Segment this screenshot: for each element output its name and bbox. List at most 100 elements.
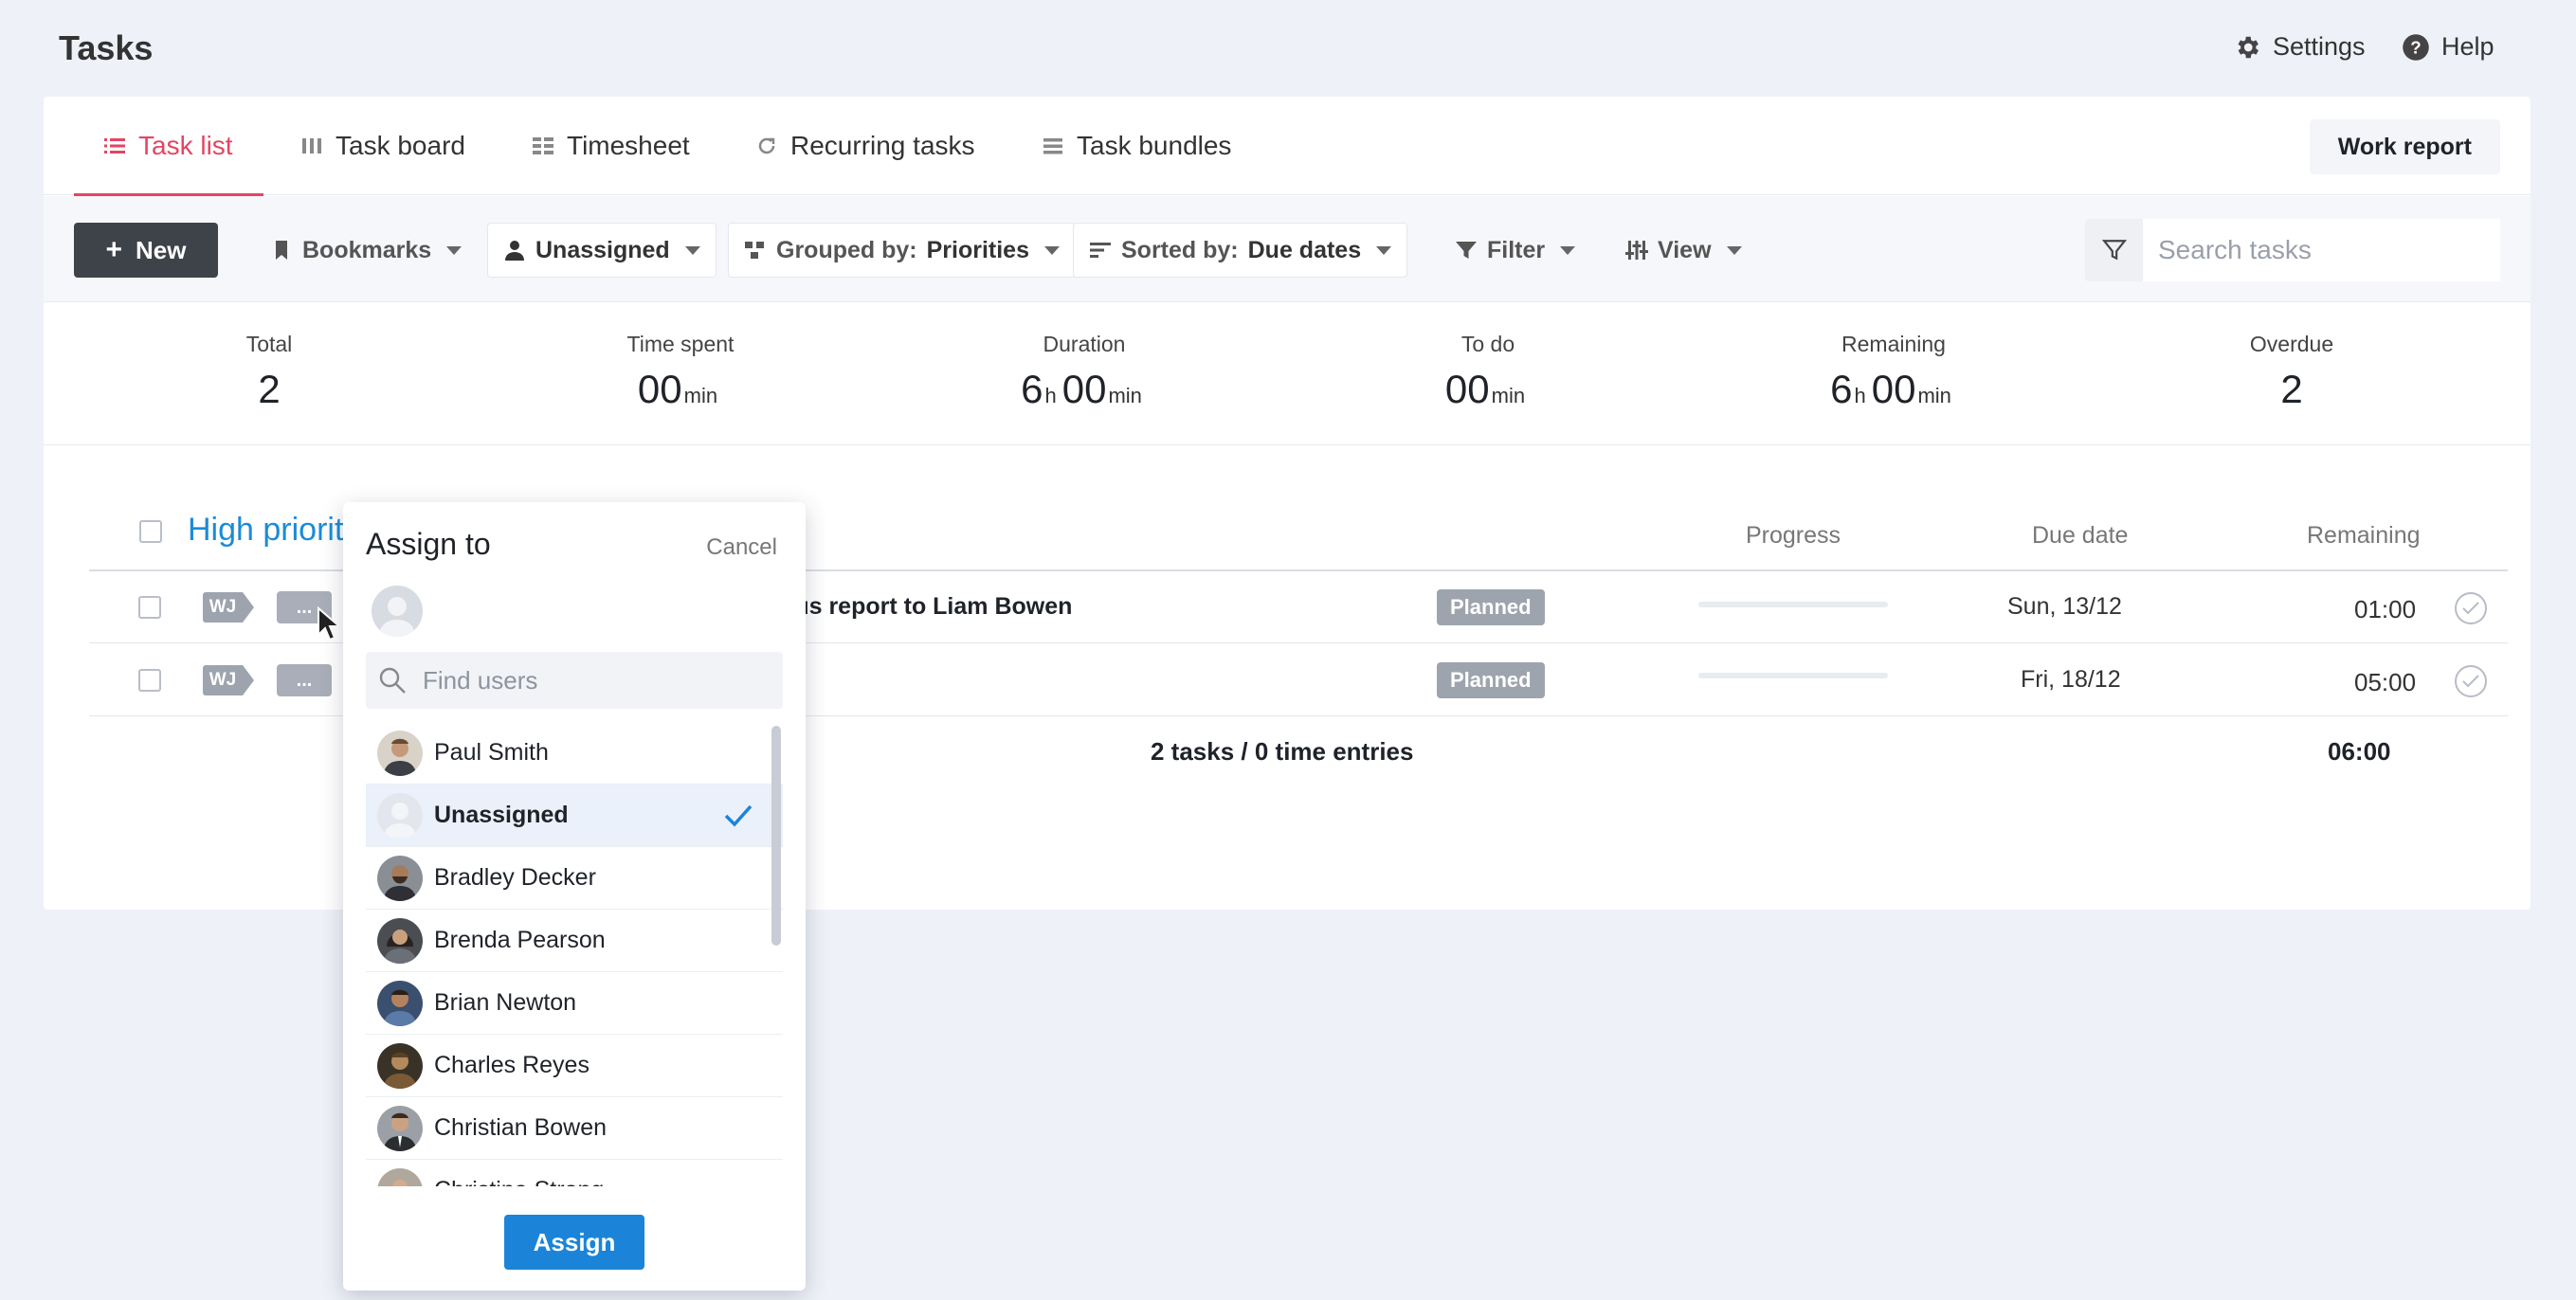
chevron-down-icon	[1726, 245, 1742, 255]
help-icon: ?	[2403, 33, 2429, 61]
user-name: Christina Strong	[434, 1177, 604, 1186]
mouse-cursor-icon	[317, 606, 339, 641]
search-icon	[379, 667, 406, 694]
row-checkbox[interactable]	[138, 596, 161, 619]
bradley-decker-avatar	[377, 855, 423, 901]
status-badge[interactable]: Planned	[1437, 662, 1545, 698]
stat-unit: min	[1108, 384, 1142, 407]
find-users-input[interactable]	[423, 665, 764, 695]
user-option-christian-bowen[interactable]: Christian Bowen	[366, 1097, 783, 1160]
find-users-box	[366, 652, 783, 709]
svg-text:?: ?	[2410, 37, 2421, 57]
tab-task-list[interactable]: Task list	[74, 97, 263, 196]
tab-label: Task list	[138, 131, 233, 160]
assignee-more-button[interactable]: ...	[277, 664, 332, 696]
tab-label: Recurring tasks	[790, 131, 975, 160]
row-checkbox[interactable]	[138, 669, 161, 692]
recurring-icon	[758, 137, 775, 154]
assign-button[interactable]: Assign	[504, 1215, 644, 1270]
stat-label: Total	[245, 332, 293, 356]
stat-unit: min	[683, 384, 718, 407]
user-option-unassigned[interactable]: Unassigned	[366, 785, 783, 847]
assign-popup: Assign to Cancel Paul Smith Unassigned B…	[343, 502, 806, 1291]
stat-remaining: Remaining 6h 00min	[1751, 332, 2036, 412]
stat-value: 2	[258, 367, 281, 411]
project-tag[interactable]: WJ	[203, 592, 254, 623]
stat-value: 00	[637, 367, 682, 411]
sliders-icon	[1625, 241, 1648, 260]
work-report-button[interactable]: Work report	[2309, 119, 2500, 174]
stat-to-do: To do 00min	[1346, 332, 1630, 412]
search-box	[2085, 219, 2500, 281]
settings-link[interactable]: Settings	[2233, 32, 2366, 62]
stat-unit: h	[1854, 384, 1866, 407]
cancel-button[interactable]: Cancel	[706, 534, 777, 561]
stat-time-spent: Time spent 00min	[538, 332, 823, 412]
task-name[interactable]: tus report to Liam Bowen	[787, 593, 1072, 621]
user-option-paul-smith[interactable]: Paul Smith	[366, 722, 783, 785]
filter-dropdown[interactable]: Filter	[1439, 223, 1591, 278]
assignee-label: Unassigned	[535, 236, 670, 263]
bundles-icon	[1043, 138, 1062, 154]
placeholder-avatar	[377, 792, 423, 839]
new-task-button[interactable]: + New	[74, 223, 218, 278]
tab-task-bundles[interactable]: Task bundles	[1043, 97, 1231, 195]
tab-timesheet[interactable]: Timesheet	[533, 97, 690, 195]
sort-icon	[1090, 243, 1111, 258]
help-link[interactable]: ? Help	[2402, 32, 2494, 62]
project-tag[interactable]: WJ	[203, 665, 254, 695]
column-due-date[interactable]: Due date	[2032, 522, 2128, 550]
settings-label: Settings	[2273, 32, 2366, 61]
stat-value: 00	[1444, 367, 1490, 411]
stat-unit: min	[1917, 384, 1951, 407]
funnel-icon	[2101, 240, 2127, 261]
grouped-by-dropdown[interactable]: Grouped by: Priorities	[728, 223, 1076, 278]
user-option-bradley-decker[interactable]: Bradley Decker	[366, 847, 783, 910]
tab-label: Task board	[336, 131, 465, 160]
timesheet-icon	[533, 137, 553, 154]
user-option-brenda-pearson[interactable]: Brenda Pearson	[366, 910, 783, 972]
user-name: Christian Bowen	[434, 1114, 608, 1141]
stat-total: Total 2	[127, 332, 411, 412]
user-option-christina-strong[interactable]: Christina Strong	[366, 1160, 783, 1186]
tab-task-board[interactable]: Task board	[301, 97, 465, 195]
chevron-down-icon	[1560, 245, 1576, 255]
search-filter-button[interactable]	[2085, 219, 2143, 281]
complete-task-button[interactable]	[2455, 592, 2487, 624]
user-name: Paul Smith	[434, 739, 549, 766]
complete-task-button[interactable]	[2455, 665, 2487, 697]
sorted-by-dropdown[interactable]: Sorted by: Due dates	[1073, 223, 1408, 278]
view-dropdown[interactable]: View	[1609, 223, 1758, 278]
user-list-scrollbar[interactable]	[771, 726, 781, 946]
remaining-time: 01:00	[2354, 595, 2417, 623]
stat-label: Duration	[1043, 332, 1126, 356]
check-icon	[2462, 602, 2479, 615]
assignee-dropdown[interactable]: Unassigned	[487, 223, 717, 278]
search-input[interactable]	[2143, 219, 2500, 281]
paul-smith-avatar	[377, 730, 423, 776]
bookmarks-dropdown[interactable]: Bookmarks	[254, 223, 478, 278]
stat-hours: 6	[1021, 367, 1043, 411]
user-option-charles-reyes[interactable]: Charles Reyes	[366, 1035, 783, 1097]
stat-value: 2	[2280, 367, 2303, 411]
summary-stats: Total 2 Time spent 00min Duration 6h 00mi…	[44, 303, 2531, 445]
brenda-pearson-avatar	[377, 917, 423, 964]
tab-recurring-tasks[interactable]: Recurring tasks	[756, 97, 975, 195]
due-date[interactable]: Fri, 18/12	[2021, 666, 2121, 694]
chevron-down-icon	[1376, 245, 1392, 255]
christian-bowen-avatar	[377, 1105, 423, 1151]
user-name: Unassigned	[434, 802, 569, 828]
status-badge[interactable]: Planned	[1437, 589, 1545, 625]
due-date[interactable]: Sun, 13/12	[2007, 593, 2122, 621]
stat-label: Time spent	[626, 332, 735, 356]
check-icon	[2462, 675, 2479, 688]
user-option-brian-newton[interactable]: Brian Newton	[366, 972, 783, 1035]
column-progress: Progress	[1746, 522, 1841, 549]
sorted-value: Due dates	[1247, 236, 1362, 263]
checkmark-icon	[724, 804, 753, 827]
filter-icon	[1456, 242, 1477, 259]
group-select-checkbox[interactable]	[139, 520, 162, 543]
group-title[interactable]: High priorit	[188, 512, 343, 549]
help-label: Help	[2441, 32, 2494, 61]
bookmark-icon	[276, 241, 287, 260]
